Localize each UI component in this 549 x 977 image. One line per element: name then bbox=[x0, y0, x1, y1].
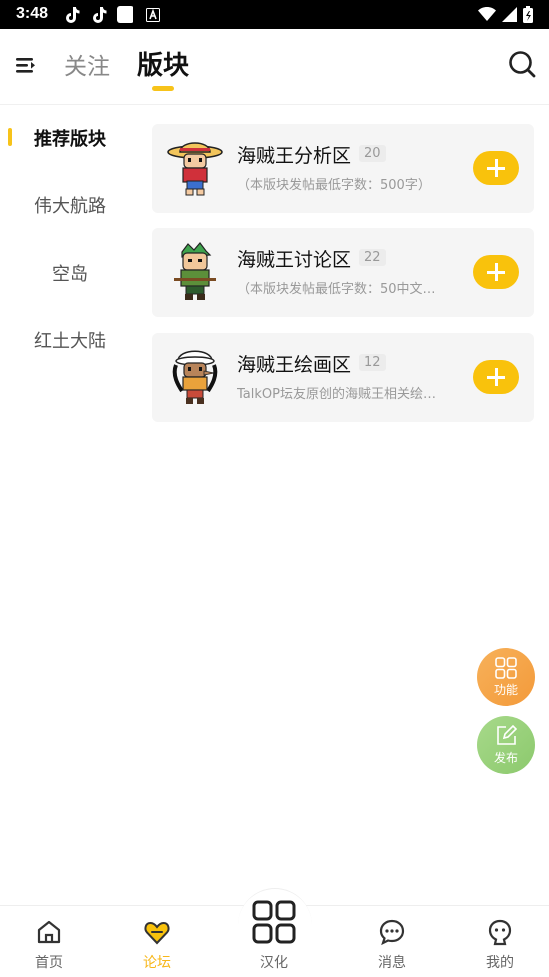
nav-messages-label: 消息 bbox=[378, 955, 406, 971]
function-fab-label: 功能 bbox=[493, 683, 518, 697]
nav-translation-label: 汉化 bbox=[260, 955, 288, 971]
nav-forum[interactable]: 论坛 bbox=[117, 906, 197, 977]
board-card[interactable]: 海贼王分析区 20 （本版块发帖最低字数：500字） bbox=[152, 124, 534, 213]
keyboard-a-icon bbox=[146, 8, 160, 22]
usopp-avatar bbox=[172, 350, 218, 404]
bottom-nav: 首页 论坛 汉化 消息 我的 bbox=[0, 888, 549, 977]
search-icon[interactable] bbox=[507, 49, 537, 79]
function-fab[interactable]: 功能 bbox=[477, 648, 535, 706]
board-description: TalkOP坛友原创的海贼王相关绘画作品 bbox=[237, 387, 442, 402]
nav-messages[interactable]: 消息 bbox=[352, 906, 432, 977]
tab-follow[interactable]: 关注 bbox=[64, 47, 110, 81]
nav-home[interactable]: 首页 bbox=[9, 906, 89, 977]
zoro-avatar bbox=[174, 242, 216, 300]
battery-icon bbox=[523, 6, 533, 23]
status-right bbox=[478, 5, 533, 24]
board-card[interactable]: 海贼王讨论区 22 （本版块发帖最低字数：50中文字） bbox=[152, 228, 534, 317]
home-icon bbox=[37, 920, 61, 944]
board-title: 海贼王讨论区 bbox=[237, 249, 352, 271]
add-board-button[interactable] bbox=[473, 360, 519, 394]
nav-profile[interactable]: 我的 bbox=[460, 906, 540, 977]
top-bar: 关注 版块 bbox=[0, 29, 549, 105]
sidebar-item-grand-line[interactable]: 伟大航路 bbox=[0, 192, 140, 218]
nav-translation[interactable]: 汉化 bbox=[234, 900, 314, 977]
menu-icon[interactable] bbox=[12, 51, 40, 79]
tiktok-notification-icon-2 bbox=[93, 7, 107, 23]
nav-home-label: 首页 bbox=[35, 955, 63, 971]
profile-icon bbox=[488, 919, 512, 946]
tiktok-notification-icon bbox=[66, 7, 80, 23]
active-tab-indicator bbox=[152, 86, 174, 91]
board-card[interactable]: 海贼王绘画区 12 TalkOP坛友原创的海贼王相关绘画作品 bbox=[152, 333, 534, 422]
luffy-avatar bbox=[167, 142, 223, 196]
board-title: 海贼王分析区 bbox=[237, 145, 352, 167]
square-notification-icon bbox=[117, 6, 133, 23]
message-icon bbox=[379, 919, 405, 946]
grid-icon bbox=[495, 657, 517, 679]
tab-board[interactable]: 版块 bbox=[137, 45, 189, 82]
translation-grid-icon bbox=[252, 900, 296, 944]
post-fab[interactable]: 发布 bbox=[477, 716, 535, 774]
add-board-button[interactable] bbox=[473, 255, 519, 289]
edit-icon bbox=[497, 725, 517, 745]
status-time: 3:48 bbox=[16, 5, 49, 22]
nav-profile-label: 我的 bbox=[486, 955, 514, 971]
board-title: 海贼王绘画区 bbox=[237, 354, 352, 376]
sidebar-item-recommended[interactable]: 推荐版块 bbox=[0, 125, 140, 151]
sidebar-item-red-line[interactable]: 红土大陆 bbox=[0, 327, 140, 353]
board-description: （本版块发帖最低字数：500字） bbox=[237, 178, 431, 193]
status-bar: 3:48 bbox=[0, 0, 549, 29]
signal-icon bbox=[502, 7, 517, 22]
board-count-badge: 20 bbox=[359, 145, 386, 162]
add-board-button[interactable] bbox=[473, 151, 519, 185]
post-fab-label: 发布 bbox=[493, 751, 518, 765]
sidebar-item-sky-island[interactable]: 空岛 bbox=[0, 260, 140, 286]
board-description: （本版块发帖最低字数：50中文字） bbox=[237, 282, 442, 297]
wifi-icon bbox=[478, 7, 496, 21]
board-count-badge: 22 bbox=[359, 249, 386, 266]
board-count-badge: 12 bbox=[359, 354, 386, 371]
forum-heart-icon bbox=[144, 921, 170, 945]
nav-forum-label: 论坛 bbox=[143, 955, 171, 971]
